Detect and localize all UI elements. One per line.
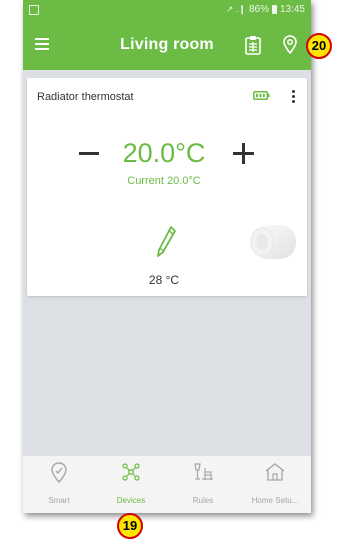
app-bar: Living room [23, 20, 311, 70]
device-name: Radiator thermostat [37, 91, 134, 103]
target-temperature: 20.0°C [122, 138, 206, 168]
page-title: Living room [120, 36, 214, 53]
bottom-navigation: Smart Devices Rules Home Setu... [23, 455, 311, 513]
clipboard-icon[interactable] [245, 35, 261, 55]
status-bar: ↗ .❙ 86% 13:45 [23, 0, 311, 20]
pencil-icon[interactable] [155, 225, 177, 259]
battery-full-icon [253, 91, 270, 100]
devices-network-icon [122, 463, 140, 481]
home-setup-icon [265, 463, 285, 481]
nav-label-devices: Devices [116, 496, 146, 505]
rules-icon [194, 463, 213, 480]
nav-label-home-setup: Home Setu... [251, 496, 299, 505]
callout-badge-20: 20 [306, 33, 332, 59]
smart-pin-icon [51, 462, 67, 484]
thermostat-device-image [250, 225, 296, 259]
current-temperature: Current 20.0°C [127, 175, 201, 187]
status-time: 13:45 [279, 4, 305, 15]
nav-item-rules[interactable]: Rules [167, 456, 239, 513]
valve-temperature: 28 °C [148, 273, 180, 287]
more-vert-icon[interactable] [292, 90, 296, 105]
phone-screen: ↗ .❙ 86% 13:45 Living room Radiator ther… [23, 0, 311, 513]
nav-item-smart[interactable]: Smart [23, 456, 95, 513]
location-pin-icon[interactable] [283, 35, 297, 54]
battery-percent: 86% [248, 4, 269, 15]
nav-item-devices[interactable]: Devices [95, 456, 167, 513]
signal-icon: ↗ .❙ [225, 4, 246, 14]
nav-item-home-setup[interactable]: Home Setu... [239, 456, 311, 513]
device-card-radiator-thermostat[interactable]: Radiator thermostat 20.0°C Current 20.0°… [27, 78, 307, 296]
callout-badge-19: 19 [117, 513, 143, 539]
nav-label-smart: Smart [48, 496, 70, 505]
status-battery-icon [271, 5, 277, 14]
nav-label-rules: Rules [192, 496, 214, 505]
increase-temperature-button[interactable] [233, 143, 254, 164]
sim-card-icon [29, 5, 39, 15]
status-bar-right: ↗ .❙ 86% 13:45 [226, 4, 305, 15]
